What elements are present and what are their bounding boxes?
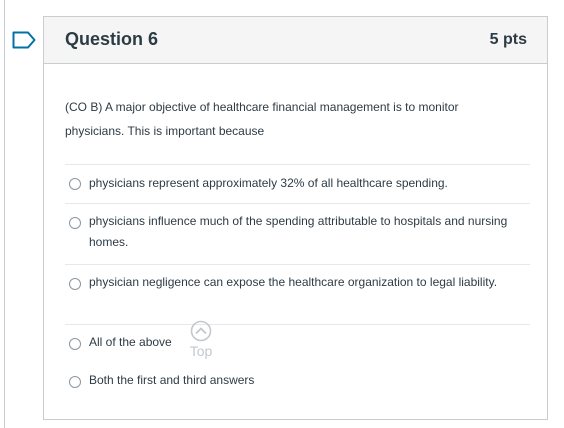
radio-button[interactable] [69,278,81,290]
chevron-up-circle-icon [190,320,212,342]
answer-label[interactable]: physicians influence much of the spendin… [89,211,509,253]
answer-option[interactable]: All of the above [65,324,530,363]
answer-label[interactable]: All of the above [89,332,509,353]
question-title: Question 6 [65,29,159,49]
answer-label[interactable]: Both the first and third answers [89,370,509,391]
answer-option[interactable]: physician negligence can expose the heal… [65,264,530,324]
scroll-to-top-label[interactable]: Top [185,343,217,359]
radio-button[interactable] [69,376,81,388]
answer-label[interactable]: physicians represent approximately 32% o… [89,173,509,194]
answer-option[interactable]: Both the first and third answers [65,363,530,402]
question-text: (CO B) A major objective of healthcare f… [65,100,459,138]
answer-list: physicians represent approximately 32% o… [65,164,530,402]
bookmark-flag-icon[interactable] [12,31,36,49]
radio-button[interactable] [69,178,81,190]
radio-button[interactable] [69,338,81,350]
answer-option[interactable]: physicians represent approximately 32% o… [65,164,530,203]
question-card: Question 6 5 pts (CO B) A major objectiv… [43,16,548,420]
radio-button[interactable] [69,217,81,229]
question-header: Question 6 5 pts [44,17,547,64]
scroll-to-top-link[interactable]: Top [185,320,217,364]
answer-label[interactable]: physician negligence can expose the heal… [89,272,509,293]
question-points: 5 pts [489,31,527,48]
page-left-rule [4,0,5,428]
answer-option[interactable]: physicians influence much of the spendin… [65,203,530,264]
